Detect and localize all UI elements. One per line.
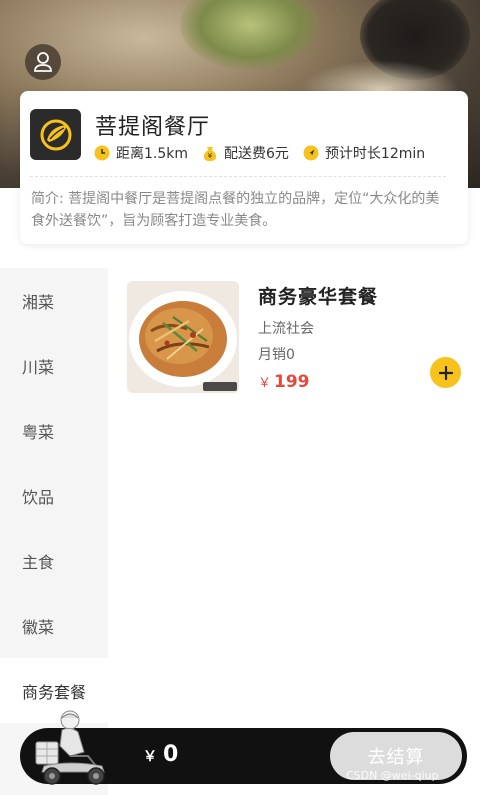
sidebar-item-staple[interactable]: 主食 [0, 528, 108, 593]
product-subtitle: 上流社会 [258, 321, 314, 337]
product-price: ￥ 199 [258, 372, 310, 392]
plus-icon [438, 365, 453, 380]
sidebar-item-chuan[interactable]: 川菜 [0, 333, 108, 398]
clock-icon [94, 145, 110, 161]
delivery-fee-text: 配送费6元 [224, 146, 289, 162]
shop-name: 菩提阁餐厅 [95, 115, 211, 140]
cart-currency: ￥ [143, 749, 157, 765]
price-currency: ￥ [258, 376, 272, 391]
user-avatar-button[interactable] [25, 44, 61, 80]
product-name: 商务豪华套餐 [258, 286, 379, 308]
distance-info: 距离1.5km [94, 143, 188, 163]
category-label: 饮品 [22, 487, 55, 507]
navigation-icon [303, 145, 319, 161]
svg-text:¥: ¥ [208, 152, 213, 160]
leaf-logo-icon [40, 119, 71, 150]
category-label: 粤菜 [22, 422, 55, 442]
product-item[interactable]: 商务豪华套餐 上流社会 月销0 ￥ 199 [127, 281, 467, 393]
distance-text: 距离1.5km [116, 146, 189, 162]
category-label: 湘菜 [22, 292, 55, 312]
shop-info-card: 菩提阁餐厅 距离1.5km ¥ 配送费6元 预计时长12min 简介: 菩提阁中… [20, 91, 468, 244]
shop-intro: 简介: 菩提阁中餐厅是菩提阁点餐的独立的品牌，定位“大众化的美食外送餐饮”，旨为… [31, 191, 440, 229]
sidebar-item-hui[interactable]: 徽菜 [0, 593, 108, 658]
category-label: 徽菜 [22, 617, 55, 637]
product-sales: 月销0 [258, 347, 295, 363]
cart-total-value: 0 [163, 742, 179, 767]
add-to-cart-button[interactable] [430, 357, 461, 388]
price-value: 199 [274, 372, 310, 392]
category-label: 商务套餐 [22, 682, 87, 702]
sidebar-item-xiang[interactable]: 湘菜 [0, 268, 108, 333]
eta-info: 预计时长12min [303, 143, 425, 163]
shop-meta: 距离1.5km ¥ 配送费6元 预计时长12min [94, 143, 425, 163]
category-label: 主食 [22, 552, 55, 572]
cart-total: ￥ 0 [143, 742, 178, 767]
sidebar-item-drinks[interactable]: 饮品 [0, 463, 108, 528]
watermark: CSDN @wei-qiup [346, 769, 439, 782]
card-divider [30, 176, 446, 177]
eta-text: 预计时长12min [324, 146, 426, 162]
category-label: 川菜 [22, 357, 55, 377]
shop-logo [30, 109, 81, 160]
money-bag-icon: ¥ [203, 147, 217, 161]
delivery-rider-icon[interactable] [30, 706, 112, 790]
user-icon [34, 52, 52, 72]
delivery-fee-info: ¥ 配送费6元 [202, 143, 289, 163]
product-image [127, 281, 239, 393]
sidebar-item-yue[interactable]: 粤菜 [0, 398, 108, 463]
